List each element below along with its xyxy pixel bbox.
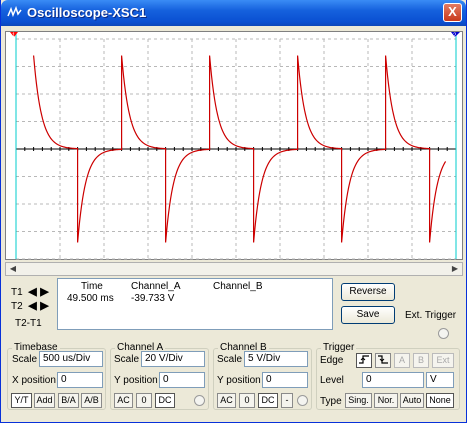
trigger-level-unit[interactable]: V: [426, 372, 454, 388]
t1-label: T1: [11, 287, 23, 298]
channel-a-dc-button[interactable]: DC: [155, 393, 175, 408]
channel-b-scale-label: Scale: [217, 354, 243, 365]
readout-time-value: 49.500 ms: [67, 293, 114, 304]
trigger-source-ext-button[interactable]: Ext: [432, 353, 454, 368]
t2-row: T2 ◀ ▶: [9, 300, 53, 314]
readout-header-channel-a: Channel_A: [131, 281, 181, 292]
channel-a-scale-label: Scale: [114, 354, 140, 365]
ext-trigger-terminal[interactable]: [438, 328, 449, 339]
channel-a-ac-button[interactable]: AC: [114, 393, 133, 408]
channel-a-zero-button[interactable]: 0: [136, 393, 152, 408]
channel-a-terminal[interactable]: [194, 395, 205, 406]
t2-label: T2: [11, 301, 23, 312]
trigger-auto-button[interactable]: Auto: [400, 393, 424, 408]
t1-left-arrow-icon[interactable]: ◀: [27, 286, 38, 298]
channel-a-ypos-label: Y position: [114, 375, 158, 386]
mode-ba-button[interactable]: B/A: [58, 393, 79, 408]
timebase-xpos-field[interactable]: 0: [57, 372, 103, 388]
channel-b-dc-button[interactable]: DC: [258, 393, 278, 408]
rising-edge-icon[interactable]: [356, 353, 372, 368]
channel-b-minus-button[interactable]: -: [281, 393, 293, 408]
timebase-scale-field[interactable]: 500 us/Div: [39, 351, 103, 367]
scroll-right-icon[interactable]: ▶: [449, 264, 461, 274]
oscilloscope-icon: [7, 6, 22, 18]
readout-header-time: Time: [81, 281, 103, 292]
scope-grid: [15, 38, 457, 260]
timebase-scale-label: Scale: [12, 354, 38, 365]
trigger-single-button[interactable]: Sing.: [345, 393, 372, 408]
channel-b-scale-field[interactable]: 5 V/Div: [244, 351, 308, 367]
channel-b-zero-button[interactable]: 0: [239, 393, 255, 408]
close-button[interactable]: X: [443, 3, 462, 22]
title-bar[interactable]: Oscilloscope-XSC1 X: [1, 0, 466, 26]
measurement-readout: Time Channel_A Channel_B 49.500 ms -39.7…: [57, 278, 333, 330]
scope-screen[interactable]: 1 2: [5, 31, 463, 260]
trigger-level-label: Level: [320, 375, 344, 386]
horizontal-scrollbar[interactable]: ◀ ▶: [5, 262, 463, 276]
cursor-controls: T1 ◀ ▶ T2 ◀ ▶ T2-T1: [9, 280, 53, 330]
channel-a-scale-field[interactable]: 20 V/Div: [141, 351, 205, 367]
mode-add-button[interactable]: Add: [34, 393, 55, 408]
trigger-edge-label: Edge: [320, 355, 344, 366]
t2-left-arrow-icon[interactable]: ◀: [27, 300, 38, 312]
channel-b-terminal[interactable]: [297, 395, 308, 406]
readout-channel-a-value: -39.733 V: [131, 293, 175, 304]
channel-b-ac-button[interactable]: AC: [217, 393, 236, 408]
readout-header-channel-b: Channel_B: [213, 281, 263, 292]
oscilloscope-window: Oscilloscope-XSC1 X 1 2 ◀ ▶ T1 ◀ ▶ T2 ◀ …: [0, 0, 467, 423]
t1-right-arrow-icon[interactable]: ▶: [39, 286, 50, 298]
timebase-xpos-label: X position: [12, 375, 56, 386]
falling-edge-icon[interactable]: [375, 353, 391, 368]
mode-ab-button[interactable]: A/B: [81, 393, 102, 408]
trigger-source-b-button[interactable]: B: [413, 353, 429, 368]
trigger-level-field[interactable]: 0: [362, 372, 424, 388]
trigger-none-button[interactable]: None: [426, 393, 454, 408]
reverse-button[interactable]: Reverse: [341, 283, 395, 301]
channel-a-ypos-field[interactable]: 0: [159, 372, 205, 388]
trigger-title: Trigger: [321, 342, 357, 353]
channel-b-ypos-field[interactable]: 0: [262, 372, 308, 388]
t2-t1-label: T2-T1: [15, 318, 42, 329]
ext-trigger-label: Ext. Trigger: [405, 310, 457, 321]
channel-b-ypos-label: Y position: [217, 375, 261, 386]
mode-yt-button[interactable]: Y/T: [11, 393, 32, 408]
window-title: Oscilloscope-XSC1: [27, 5, 147, 20]
trigger-type-label: Type: [320, 396, 342, 407]
trigger-normal-button[interactable]: Nor.: [374, 393, 398, 408]
trigger-source-a-button[interactable]: A: [394, 353, 410, 368]
t1-row: T1 ◀ ▶: [9, 286, 53, 300]
scroll-left-icon[interactable]: ◀: [7, 264, 19, 274]
t2-right-arrow-icon[interactable]: ▶: [39, 300, 50, 312]
save-button[interactable]: Save: [341, 306, 395, 324]
